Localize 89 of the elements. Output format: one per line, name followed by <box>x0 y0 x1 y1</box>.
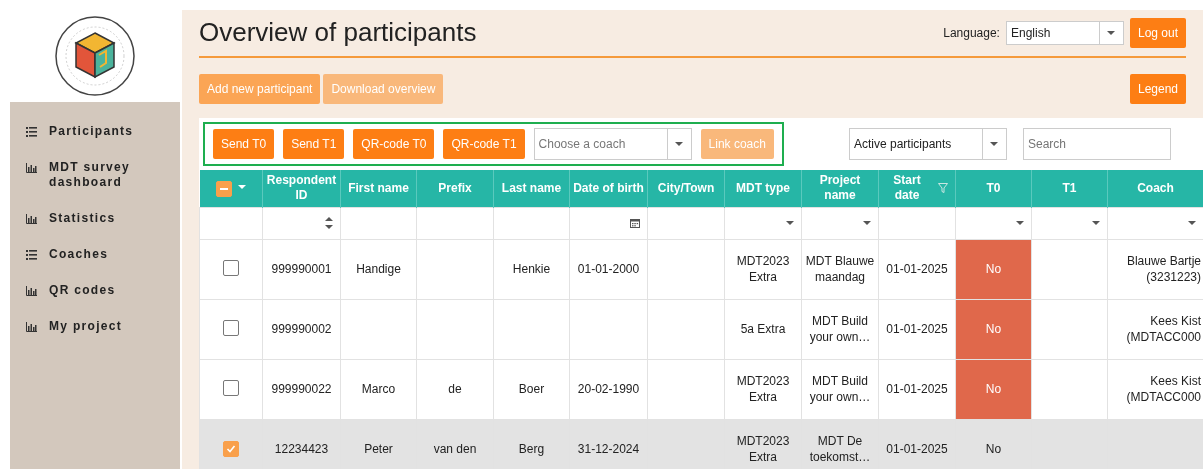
status-cell: No <box>956 239 1031 299</box>
column-header[interactable]: City/Town <box>647 170 725 207</box>
caret-icon[interactable] <box>1188 221 1196 225</box>
sort-icon[interactable] <box>325 216 333 230</box>
chart-icon <box>26 285 37 296</box>
column-header[interactable]: T0 <box>955 170 1032 207</box>
table-cell: 5a Extra <box>740 322 786 336</box>
table-cell: 999990002 <box>271 322 332 336</box>
table-cell: 999990022 <box>271 382 332 396</box>
checkbox[interactable] <box>223 319 239 336</box>
toolbar-button[interactable]: Send T1 <box>283 129 345 159</box>
table-cell: MDT2023 Extra <box>736 434 790 464</box>
table-cell: Boer <box>518 382 545 396</box>
checkbox[interactable] <box>223 259 239 276</box>
column-header[interactable]: MDT type <box>724 170 802 207</box>
table-cell: MDT2023 Extra <box>736 374 790 404</box>
table-cell: 01-01-2025 <box>886 322 948 336</box>
select-all-checkbox[interactable] <box>215 181 232 198</box>
table-cell: 20-02-1990 <box>577 382 640 396</box>
status-filter-select[interactable]: Active participants <box>848 128 1007 160</box>
toolbar-button[interactable]: QR-code T1 <box>443 129 525 159</box>
caret-icon <box>990 142 999 146</box>
table-cell: Kees Kist (MDTACC000 <box>1126 374 1201 404</box>
caret-icon[interactable] <box>786 221 794 225</box>
legend-button[interactable]: Legend <box>1129 74 1186 104</box>
sidebar-item[interactable]: QR codes <box>10 275 180 311</box>
table-cell: MDT Blauwe maandag <box>805 254 875 284</box>
sidebar-item[interactable]: Statistics <box>10 203 180 239</box>
checkbox[interactable] <box>223 440 239 457</box>
language-select[interactable]: English <box>1005 21 1124 45</box>
status-cell: No <box>956 299 1031 359</box>
add-participant-button[interactable]: Add new participant <box>199 74 321 104</box>
caret-icon[interactable] <box>863 221 871 225</box>
sidebar-item[interactable]: MDT survey dashboard <box>10 152 180 203</box>
table-cell: Blauwe Bartje (3231223) <box>1126 254 1201 284</box>
table-cell: Peter <box>364 442 393 456</box>
page-title: Overview of participants <box>199 17 478 49</box>
list-icon <box>26 249 37 260</box>
column-header[interactable]: Date of birth <box>569 170 648 207</box>
chart-icon <box>26 213 37 224</box>
table-cell: 01-01-2025 <box>886 262 948 276</box>
table-cell: MDT2023 Extra <box>736 254 790 284</box>
column-header[interactable]: Respondent ID <box>262 170 341 207</box>
table-cell: 01-01-2000 <box>577 262 640 276</box>
logout-button[interactable]: Log out <box>1129 18 1186 48</box>
language-label: Language: <box>943 25 1000 42</box>
status-cell-text: No <box>984 441 1003 458</box>
status-cell: No <box>956 359 1031 419</box>
column-header[interactable]: Coach <box>1107 170 1203 207</box>
table-cell: MDT Build your own… <box>809 314 871 344</box>
table-cell: Henkie <box>512 262 551 276</box>
caret-icon <box>237 185 246 190</box>
checkbox[interactable] <box>223 379 239 396</box>
column-header[interactable]: Prefix <box>416 170 494 207</box>
table-cell: 999990001 <box>271 262 332 276</box>
sidebar-item[interactable]: My project <box>10 311 180 347</box>
search-field[interactable]: Search <box>1022 128 1171 160</box>
caret-icon[interactable] <box>1092 221 1100 225</box>
caret-icon[interactable] <box>1016 221 1024 225</box>
table-cell: Berg <box>518 442 545 456</box>
table-cell: Marco <box>361 382 396 396</box>
calendar-icon[interactable] <box>630 218 640 228</box>
table-cell: Kees Kist (MDTACC000 <box>1126 314 1201 344</box>
sidebar-item[interactable]: Coaches <box>10 239 180 275</box>
column-header[interactable]: Project name <box>801 170 879 207</box>
table-cell: Handige <box>356 262 401 276</box>
minus-icon <box>219 188 228 191</box>
caret-icon <box>1107 31 1116 35</box>
column-header[interactable]: Last name <box>493 170 570 207</box>
column-header[interactable]: T1 <box>1031 170 1108 207</box>
chart-icon <box>26 321 37 332</box>
table-cell: 12234423 <box>274 442 329 456</box>
coach-select[interactable]: Choose a coach <box>533 128 692 160</box>
check-icon <box>226 443 236 454</box>
toolbar-button[interactable]: QR-code T0 <box>353 129 435 159</box>
sidebar-item[interactable]: Participants <box>10 116 180 152</box>
table-cell: de <box>448 382 462 396</box>
list-icon <box>26 126 37 137</box>
column-header[interactable]: First name <box>340 170 417 207</box>
table-cell: 31-12-2024 <box>577 442 640 456</box>
toolbar-button[interactable]: Send T0 <box>213 129 275 159</box>
table-cell: 01-01-2025 <box>886 442 948 456</box>
table-cell: 01-01-2025 <box>886 382 948 396</box>
chart-icon <box>26 162 37 173</box>
column-header[interactable]: Start date <box>878 170 956 207</box>
table-cell: MDT De toekomst… <box>809 434 871 464</box>
caret-icon <box>675 142 684 146</box>
table-cell: MDT Build your own… <box>809 374 871 404</box>
table-cell: van den <box>433 442 477 456</box>
